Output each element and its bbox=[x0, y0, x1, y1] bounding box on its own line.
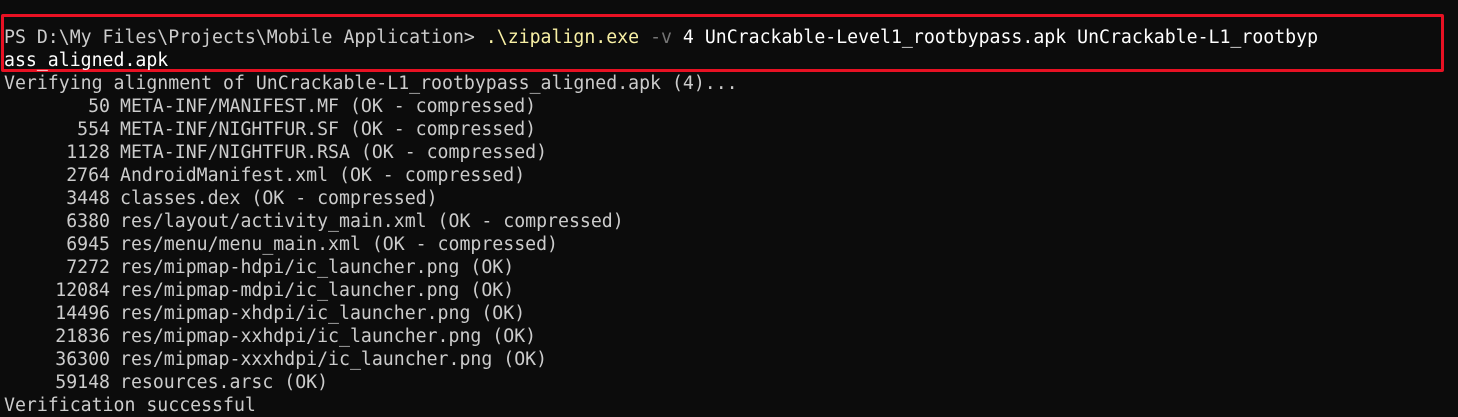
entry-row: 59148 resources.arsc (OK) bbox=[4, 371, 328, 394]
entry-text: res/menu/menu_main.xml (OK - compressed) bbox=[120, 234, 558, 255]
entry-offset: 12084 bbox=[55, 280, 110, 301]
entry-offset: 7272 bbox=[66, 257, 110, 278]
entry-row: 1128 META-INF/NIGHTFUR.RSA (OK - compress… bbox=[4, 141, 547, 164]
entry-row: 554 META-INF/NIGHTFUR.SF (OK - compressed… bbox=[4, 118, 536, 141]
command-line: PS D:\My Files\Projects\Mobile Applicati… bbox=[4, 26, 1318, 49]
command-alignment: 4 bbox=[682, 27, 694, 48]
command-output-apk-part1: UnCrackable-L1_rootbyp bbox=[1077, 27, 1319, 48]
entry-text: resources.arsc (OK) bbox=[120, 372, 329, 393]
entry-text: AndroidManifest.xml (OK - compressed) bbox=[120, 165, 526, 186]
prompt: PS D:\My Files\Projects\Mobile Applicati… bbox=[4, 27, 486, 48]
entry-row: 21836 res/mipmap-xxhdpi/ic_launcher.png (… bbox=[4, 325, 536, 348]
entry-offset: 554 bbox=[77, 119, 110, 140]
entry-row: 6945 res/menu/menu_main.xml (OK - compres… bbox=[4, 233, 558, 256]
entry-offset: 2764 bbox=[66, 165, 110, 186]
verifying-line: Verifying alignment of UnCrackable-L1_ro… bbox=[4, 73, 738, 94]
entry-row: 50 META-INF/MANIFEST.MF (OK - compressed) bbox=[4, 95, 536, 118]
entry-row: 2764 AndroidManifest.xml (OK - compressed… bbox=[4, 164, 525, 187]
entry-text: res/mipmap-xhdpi/ic_launcher.png (OK) bbox=[120, 303, 526, 324]
entry-row: 7272 res/mipmap-hdpi/ic_launcher.png (OK) bbox=[4, 256, 514, 279]
entry-offset: 21836 bbox=[55, 326, 110, 347]
entry-row: 36300 res/mipmap-xxxhdpi/ic_launcher.png … bbox=[4, 348, 547, 371]
entry-offset: 14496 bbox=[55, 303, 110, 324]
entry-row: 12084 res/mipmap-mdpi/ic_launcher.png (OK… bbox=[4, 279, 514, 302]
entry-row: 6380 res/layout/activity_main.xml (OK - c… bbox=[4, 210, 624, 233]
entry-offset: 50 bbox=[88, 96, 110, 117]
result-line: Verification successful bbox=[4, 395, 256, 416]
command-flag: -v bbox=[650, 27, 672, 48]
entry-offset: 59148 bbox=[55, 372, 110, 393]
entry-offset: 36300 bbox=[55, 349, 110, 370]
entry-offset: 1128 bbox=[66, 142, 110, 163]
entry-text: res/mipmap-xxhdpi/ic_launcher.png (OK) bbox=[120, 326, 537, 347]
entry-text: META-INF/NIGHTFUR.SF (OK - compressed) bbox=[120, 119, 537, 140]
command-line-wrap: ass_aligned.apk bbox=[4, 50, 169, 71]
entry-offset: 6380 bbox=[66, 211, 110, 232]
entry-row: 14496 res/mipmap-xhdpi/ic_launcher.png (O… bbox=[4, 302, 525, 325]
terminal-window[interactable]: PS D:\My Files\Projects\Mobile Applicati… bbox=[0, 0, 1458, 417]
entry-offset: 3448 bbox=[66, 188, 110, 209]
entry-row: 3448 classes.dex (OK - compressed) bbox=[4, 187, 438, 210]
entry-text: META-INF/NIGHTFUR.RSA (OK - compressed) bbox=[120, 142, 548, 163]
entry-text: META-INF/MANIFEST.MF (OK - compressed) bbox=[120, 96, 537, 117]
command-input-apk: UnCrackable-Level1_rootbypass.apk bbox=[704, 27, 1067, 48]
entry-offset: 6945 bbox=[66, 234, 110, 255]
entry-text: classes.dex (OK - compressed) bbox=[120, 188, 438, 209]
entry-text: res/mipmap-mdpi/ic_launcher.png (OK) bbox=[120, 280, 515, 301]
entry-text: res/layout/activity_main.xml (OK - compr… bbox=[120, 211, 624, 232]
entry-text: res/mipmap-hdpi/ic_launcher.png (OK) bbox=[120, 257, 515, 278]
command-exe: .\zipalign.exe bbox=[485, 27, 640, 48]
entry-text: res/mipmap-xxxhdpi/ic_launcher.png (OK) bbox=[120, 349, 548, 370]
